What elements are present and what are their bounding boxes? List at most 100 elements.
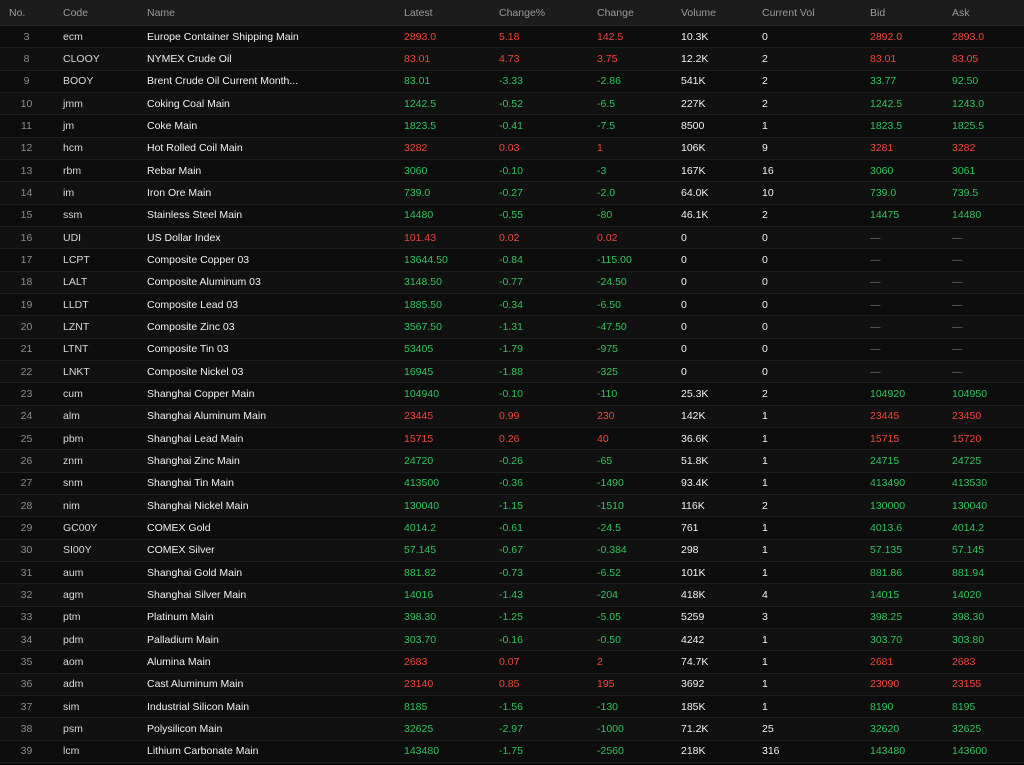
row-code-cell: GC00Y — [63, 521, 98, 534]
table-row[interactable]: 22 LNKT Composite Nickel 03 16945 -1.88 -325 0… — [0, 360, 1024, 384]
row-code-cell: psm — [63, 722, 83, 735]
row-code-cell: ssm — [63, 209, 83, 222]
table-header: No. Code Name Latest Change% Change Volu… — [0, 0, 1024, 26]
row-volume-cell: 64.0K — [681, 186, 709, 199]
row-ask-cell: 14480 — [952, 209, 982, 222]
row-code-cell: ptm — [63, 611, 81, 624]
row-no-cell: 32 — [20, 588, 33, 601]
table-row[interactable]: 27 snm Shanghai Tin Main 413500 -0.36 -1490 93… — [0, 472, 1024, 495]
table-row[interactable]: 15 ssm Stainless Steel Main 14480 -0.55 -80 46… — [0, 204, 1024, 227]
row-code-cell: LCPT — [63, 253, 90, 266]
table-row[interactable]: 18 LALT Composite Aluminum 03 3148.50 -0.77 -… — [0, 271, 1024, 294]
table-row[interactable]: 9 BOOY Brent Crude Oil Current Month... 83.… — [0, 70, 1024, 93]
row-current-vol-cell: 0 — [762, 343, 768, 356]
row-name-cell: Lithium Carbonate Main — [147, 745, 259, 758]
header-current-vol[interactable]: Current Vol — [753, 7, 861, 19]
row-change-cell: -24.5 — [597, 521, 621, 534]
row-code-cell: pbm — [63, 432, 84, 445]
table-row[interactable]: 8 CLOOY NYMEX Crude Oil 83.01 4.73 3.75 12.2K 2… — [0, 48, 1024, 71]
table-row[interactable]: 21 LTNT Composite Tin 03 53405 -1.79 -975 0 0 — — — [0, 338, 1024, 361]
row-code-cell: BOOY — [63, 75, 94, 88]
table-row[interactable]: 13 rbm Rebar Main 3060 -0.10 -3 167K 16 3060 3061 — [0, 159, 1024, 183]
row-volume-cell: 167K — [681, 164, 706, 177]
table-row[interactable]: 3 ecm Europe Container Shipping Main 2893.0… — [0, 26, 1024, 49]
table-row[interactable]: 10 jmm Coking Coal Main 1242.5 -0.52 -6.5 227K… — [0, 92, 1024, 116]
table-row[interactable]: 24 alm Shanghai Aluminum Main 23445 0.99 230 1… — [0, 405, 1024, 428]
row-latest-cell: 14016 — [404, 588, 434, 601]
row-code-cell: LNKT — [63, 365, 90, 378]
row-change-cell: 2 — [597, 655, 603, 668]
table-row[interactable]: 20 LZNT Composite Zinc 03 3567.50 -1.31 -47.5… — [0, 316, 1024, 339]
table-row[interactable]: 29 GC00Y COMEX Gold 4014.2 -0.61 -24.5 761 1 401… — [0, 517, 1024, 540]
table-row[interactable]: 25 pbm Shanghai Lead Main 15715 0.26 40 36.6K 1… — [0, 427, 1024, 451]
header-volume[interactable]: Volume — [671, 7, 753, 19]
row-ask-cell: 413530 — [952, 477, 988, 490]
table-row[interactable]: 26 znm Shanghai Zinc Main 24720 -0.26 -65 51.8… — [0, 450, 1024, 473]
row-volume-cell: 3692 — [681, 678, 705, 691]
row-bid-cell: 57.135 — [870, 544, 903, 557]
table-row[interactable]: 23 cum Shanghai Copper Main 104940 -0.10 -110… — [0, 383, 1024, 406]
table-row[interactable]: 33 ptm Platinum Main 398.30 -1.25 -5.05 5259 3 3… — [0, 606, 1024, 629]
table-row[interactable]: 19 LLDT Composite Lead 03 1885.50 -0.34 -6.50… — [0, 293, 1024, 317]
row-code-cell: LALT — [63, 276, 88, 289]
table-row[interactable]: 30 SI00Y COMEX Silver 57.145 -0.67 -0.384 298 1… — [0, 539, 1024, 562]
row-change-cell: -65 — [597, 454, 613, 467]
table-row[interactable]: 35 aom Alumina Main 2683 0.07 2 74.7K 1 2681 2683 — [0, 651, 1024, 674]
row-name-cell: Composite Zinc 03 — [147, 320, 235, 333]
row-latest-cell: 101.43 — [404, 231, 437, 244]
row-ask-cell: 3061 — [952, 164, 976, 177]
row-no-cell: 18 — [20, 276, 33, 289]
row-bid-cell: 130000 — [870, 499, 906, 512]
table-row[interactable]: 37 sim Industrial Silicon Main 8185 -1.56 -13… — [0, 695, 1024, 719]
row-current-vol-cell: 1 — [762, 410, 768, 423]
table-row[interactable]: 16 UDI US Dollar Index 101.43 0.02 0.02 0 0 — — — [0, 226, 1024, 250]
row-change-pct-cell: -0.61 — [499, 521, 523, 534]
header-change[interactable]: Change — [587, 7, 671, 19]
table-row[interactable]: 36 adm Cast Aluminum Main 23140 0.85 195 3692 1… — [0, 673, 1024, 696]
row-latest-cell: 53405 — [404, 343, 434, 356]
row-volume-cell: 116K — [681, 499, 705, 512]
header-bid[interactable]: Bid — [861, 7, 943, 19]
row-name-cell: Shanghai Nickel Main — [147, 499, 249, 512]
table-row[interactable]: 32 agm Shanghai Silver Main 14016 -1.43 -204 4… — [0, 584, 1024, 607]
table-row[interactable]: 39 lcm Lithium Carbonate Main 143480 -1.75 -2… — [0, 740, 1024, 763]
table-row[interactable]: 34 pdm Palladium Main 303.70 -0.16 -0.50 4242 1… — [0, 628, 1024, 652]
row-volume-cell: 218K — [681, 745, 706, 758]
row-current-vol-cell: 3 — [762, 611, 768, 624]
row-bid-cell: — — [870, 365, 881, 378]
header-no[interactable]: No. — [0, 7, 53, 19]
row-latest-cell: 413500 — [404, 477, 440, 490]
table-row[interactable]: 12 hcm Hot Rolled Coil Main 3282 0.03 1 106K 9 3… — [0, 137, 1024, 160]
header-latest[interactable]: Latest — [394, 7, 489, 19]
row-current-vol-cell: 0 — [762, 231, 768, 244]
table-row[interactable]: 38 psm Polysilicon Main 32625 -2.97 -1000 71.2… — [0, 718, 1024, 741]
row-bid-cell: 143480 — [870, 745, 906, 758]
row-change-pct-cell: -0.10 — [499, 164, 523, 177]
row-latest-cell: 13644.50 — [404, 253, 448, 266]
row-no-cell: 39 — [20, 745, 33, 758]
row-no-cell: 16 — [20, 231, 33, 244]
row-change-cell: -110 — [597, 387, 618, 400]
table-row[interactable]: 17 LCPT Composite Copper 03 13644.50 -0.84 -1… — [0, 249, 1024, 272]
header-ask[interactable]: Ask — [943, 7, 1024, 19]
row-name-cell: Shanghai Aluminum Main — [147, 410, 267, 423]
row-no-cell: 28 — [20, 499, 33, 512]
table-row[interactable]: 31 aum Shanghai Gold Main 881.82 -0.73 -6.52 1… — [0, 561, 1024, 585]
row-no-cell: 36 — [20, 678, 33, 691]
row-bid-cell: 398.25 — [870, 611, 903, 624]
header-change-pct[interactable]: Change% — [489, 7, 587, 19]
row-code-cell: adm — [63, 678, 84, 691]
row-change-cell: 40 — [597, 432, 609, 445]
row-code-cell: jm — [63, 119, 75, 132]
row-latest-cell: 3282 — [404, 142, 428, 155]
row-name-cell: Shanghai Tin Main — [147, 477, 234, 490]
row-no-cell: 15 — [20, 209, 33, 222]
table-row[interactable]: 14 im Iron Ore Main 739.0 -0.27 -2.0 64.0K 10 73… — [0, 182, 1024, 205]
row-no-cell: 34 — [20, 633, 33, 646]
header-name[interactable]: Name — [137, 7, 394, 19]
header-code[interactable]: Code — [53, 7, 137, 19]
row-change-cell: -80 — [597, 209, 613, 222]
table-row[interactable]: 28 nim Shanghai Nickel Main 130040 -1.15 -151… — [0, 494, 1024, 518]
table-row[interactable]: 11 jm Coke Main 1823.5 -0.41 -7.5 8500 1 1823.5 1… — [0, 115, 1024, 138]
row-code-cell: pdm — [63, 633, 84, 646]
